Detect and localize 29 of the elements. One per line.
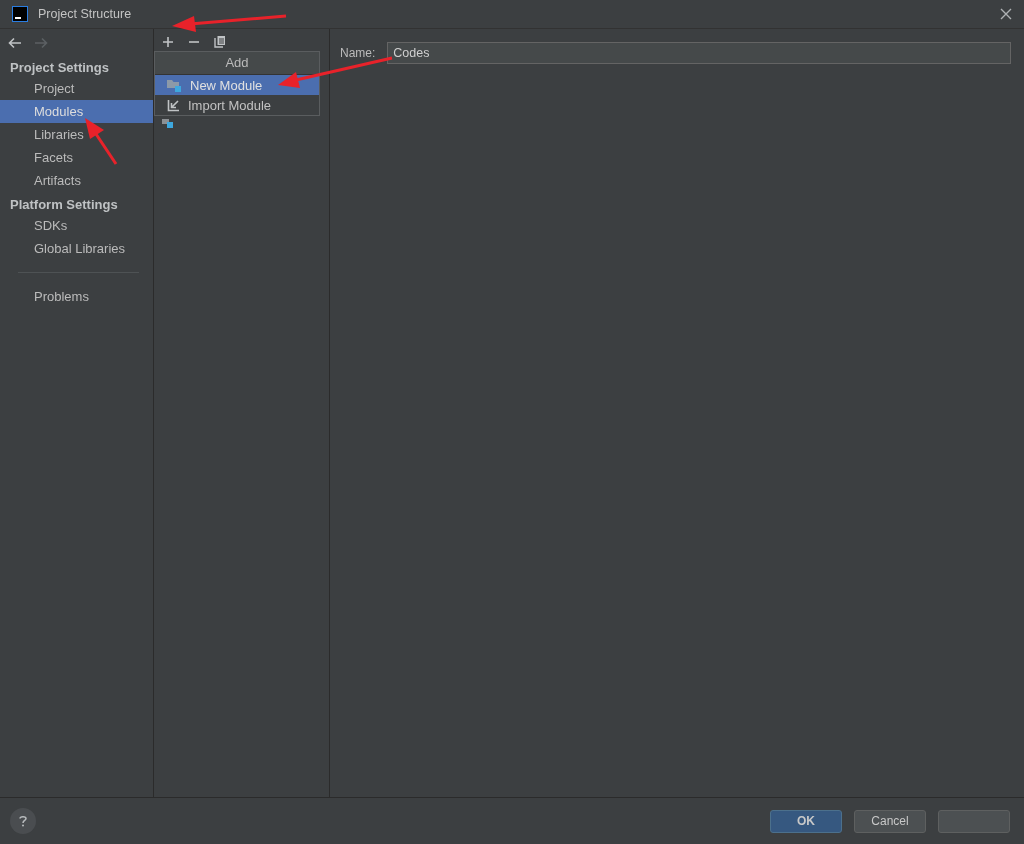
dialog-button[interactable]: OK [770,809,842,833]
folder-icon [167,78,182,92]
section-header: Platform Settings [9,196,119,214]
popup-title: Add [155,52,319,75]
add-icon[interactable] [162,35,174,48]
name-field[interactable]: Codes [387,42,1011,64]
sidebar-item[interactable]: Artifacts [0,169,153,192]
name-label: Name: [340,46,376,60]
question-mark-icon [18,815,28,827]
menu-item[interactable]: New Module [155,75,319,95]
dialog-button[interactable]: Cancel [854,809,926,833]
sidebar-item[interactable]: SDKs [0,214,153,237]
sidebar-item[interactable]: Libraries [0,123,153,146]
sidebar-item[interactable]: Facets [0,146,153,169]
section-header: Project Settings [9,59,110,77]
menu-item[interactable]: Import Module [155,95,319,115]
help-button[interactable] [10,808,36,834]
back-icon[interactable] [8,37,22,49]
module-icon [162,116,174,128]
close-icon[interactable] [1000,8,1012,20]
import-icon [167,98,180,112]
sidebar-item[interactable]: Project [0,77,153,100]
sidebar-item[interactable]: Problems [0,285,153,308]
sidebar-item[interactable]: Global Libraries [0,237,153,260]
sidebar-item[interactable]: Modules [0,100,153,123]
copy-icon[interactable] [214,35,226,48]
app-logo-icon [12,6,28,22]
annotation-arrow [85,118,118,165]
window-title: Project Structure [38,7,133,21]
